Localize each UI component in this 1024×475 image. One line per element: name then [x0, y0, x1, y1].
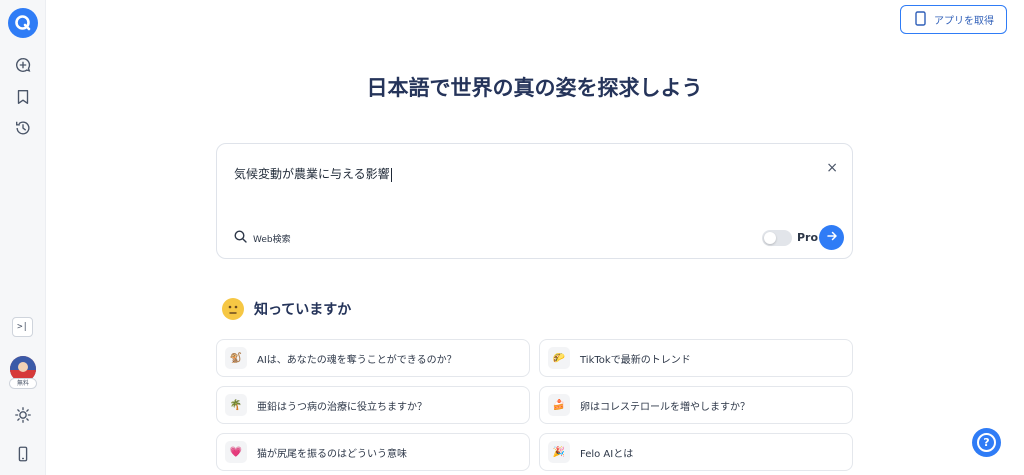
did-you-know-title: 知っていますか: [254, 302, 352, 318]
text-caret: [390, 167, 392, 182]
search-box[interactable]: 気候変動が農業に与える影響 × Web検索 Pro: [216, 143, 853, 259]
expand-sidebar-button[interactable]: >|: [12, 317, 33, 337]
arrow-right-icon: [826, 230, 838, 246]
web-search-label: Web検索: [253, 234, 291, 245]
suggestion-text: 亜鉛はうつ病の治療に役立ちますか？: [257, 401, 427, 413]
suggestion-text: 猫が尻尾を振るのはどういう意味: [257, 448, 407, 460]
send-button[interactable]: [819, 225, 844, 250]
suggestion-card[interactable]: 💗 猫が尻尾を振るのはどういう意味: [216, 433, 530, 471]
suggestion-text: AIは、あなたの魂を奪うことができるのか？: [257, 354, 457, 366]
help-button[interactable]: ?: [972, 428, 1001, 457]
thinking-face-icon: [222, 298, 244, 320]
suggestion-card[interactable]: 🎉 Felo AIとは: [539, 433, 853, 471]
taco-icon: 🌮: [548, 347, 570, 369]
theme-toggle-icon[interactable]: [11, 403, 35, 427]
search-input[interactable]: 気候変動が農業に与える影響: [234, 165, 392, 182]
suggestion-text: 卵はコレステロールを増やしますか？: [580, 401, 750, 413]
suggestion-card[interactable]: 🐒 AIは、あなたの魂を奪うことができるのか？: [216, 339, 530, 377]
monkey-icon: 🐒: [225, 347, 247, 369]
page-title: 日本語で世界の真の姿を探求しよう: [366, 76, 703, 100]
history-icon[interactable]: [11, 116, 35, 140]
cake-icon: 🍰: [548, 394, 570, 416]
web-search-button[interactable]: Web検索: [234, 230, 291, 246]
did-you-know-header: 知っていますか: [222, 298, 351, 320]
get-app-button[interactable]: アプリを取得: [900, 5, 1007, 34]
plan-badge: 無料: [9, 378, 37, 389]
clear-icon[interactable]: ×: [826, 160, 838, 176]
search-query: 気候変動が農業に与える影響: [234, 167, 390, 181]
sidebar: >| 無料: [0, 0, 46, 475]
pro-toggle[interactable]: [762, 230, 792, 246]
app-logo-icon[interactable]: [8, 8, 38, 38]
phone-icon: [915, 10, 926, 29]
suggestion-card[interactable]: 🌮 TikTokで最新のトレンド: [539, 339, 853, 377]
mobile-app-icon[interactable]: [11, 442, 35, 466]
search-icon: [234, 230, 247, 246]
palm-tree-icon: 🌴: [225, 394, 247, 416]
suggestion-text: Felo AIとは: [580, 448, 634, 460]
get-app-label: アプリを取得: [934, 16, 994, 27]
suggestion-card[interactable]: 🌴 亜鉛はうつ病の治療に役立ちますか？: [216, 386, 530, 424]
bookmark-icon[interactable]: [11, 85, 35, 109]
question-icon: ?: [977, 433, 996, 452]
party-popper-icon: 🎉: [548, 441, 570, 463]
suggestion-card[interactable]: 🍰 卵はコレステロールを増やしますか？: [539, 386, 853, 424]
heart-icon: 💗: [225, 441, 247, 463]
pro-label: Pro: [797, 231, 819, 244]
suggestion-text: TikTokで最新のトレンド: [580, 354, 691, 366]
new-chat-icon[interactable]: [11, 53, 35, 77]
